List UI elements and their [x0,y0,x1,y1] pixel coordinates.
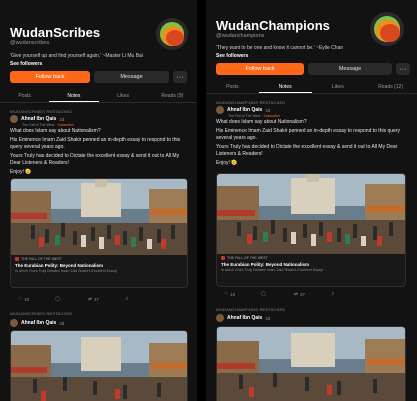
like-count: 18 [230,291,236,297]
profile-tabs: Posts Notes Likes Reads (12) [206,83,417,94]
more-options-button[interactable]: ··· [173,71,187,83]
note-time: 3d [59,116,65,122]
post-image [217,327,405,401]
profile-tabs: Posts Notes Likes Reads (9) [0,92,197,103]
post-image [217,174,405,254]
restack-label: WUDANCHAMPIONS RESTACKED [216,100,286,105]
comment-button[interactable]: ◯ [261,291,268,297]
publication-logo-icon [15,257,19,261]
author-avatar [10,319,18,327]
avatar[interactable] [370,12,404,46]
comment-icon: ◯ [261,291,267,296]
tab-likes[interactable]: Likes [99,92,148,102]
restack-label: WUDANCHAMPIONS RESTACKED [216,307,286,312]
restack-count: 37 [93,296,99,302]
post-card[interactable]: THE FALL OF THE WEST The Eurabian Polity… [216,173,406,287]
more-options-button[interactable]: ··· [396,63,410,75]
message-button[interactable]: Message [308,63,392,75]
note-line: Enjoy! 🫡 [10,169,32,175]
tab-posts[interactable]: Posts [0,92,49,102]
author-avatar [10,115,18,123]
share-icon: ⇪ [124,296,129,301]
publication-name: THE FALL OF THE WEST [21,257,62,261]
note-line: His Eminence Imam Zaid Shakir penned an … [216,128,400,141]
tab-posts[interactable]: Posts [206,83,259,93]
see-followers-link[interactable]: See followers [10,61,42,67]
heart-icon: ♡ [18,296,23,301]
profile-panel-right: WudanChampions @wudanchampions 'They wan… [206,0,417,401]
comment-button[interactable]: ◯ [55,296,62,302]
tab-notes[interactable]: Notes [49,92,99,102]
post-title[interactable]: The Eurabian Polity: Beyond Nationalism [15,263,183,268]
avatar[interactable] [156,18,188,50]
tab-reads[interactable]: Reads (9) [148,92,197,102]
see-followers-link[interactable]: See followers [216,53,248,59]
tab-notes[interactable]: Notes [258,83,312,93]
post-card[interactable]: THE FALL OF THE WEST The Eurabian Polity… [10,178,188,288]
restack-icon: ⇄ [88,296,92,301]
author-name[interactable]: Ahnaf Ibn Qais [227,107,262,113]
note-line: Enjoy! 🫡 [216,160,238,166]
message-button[interactable]: Message [94,71,169,83]
note-author[interactable]: Ahnaf Ibn Qais 3d [216,314,270,322]
author-avatar [216,106,224,114]
note-time: 3d [59,320,65,326]
author-subtitle: The Fall of The West · Subscriber [22,123,75,127]
comment-icon: ◯ [55,296,61,301]
handle: @wudanchampions [216,33,265,39]
post-image [11,331,187,401]
page-title: WudanScribes [10,25,101,40]
share-button[interactable]: ⇪ [125,296,129,302]
publication-name: THE FALL OF THE WEST [227,256,268,260]
author-subtitle: The Fall of The West · Subscriber [228,114,281,118]
note-actions: ♡ 18 ◯ ⇄ 37 ⇪ [18,296,129,302]
tab-reads[interactable]: Reads (12) [364,83,417,93]
author-name[interactable]: Ahnaf Ibn Qais [21,320,56,326]
heart-icon: ♡ [224,291,229,296]
note-line: What does Islam say about Nationalism? [216,119,307,125]
note-line: Yours Truly has decided to Dictate the e… [216,144,398,157]
post-image [11,179,187,255]
author-avatar [216,314,224,322]
profile-panel-left: WudanScribes @wudanscribes 'Give yoursel… [0,0,197,401]
follow-back-button[interactable]: Follow back [216,63,304,75]
restack-count: 37 [299,291,305,297]
author-name[interactable]: Ahnaf Ibn Qais [227,315,262,321]
note-line: What does Islam say about Nationalism? [10,128,101,134]
tab-likes[interactable]: Likes [312,83,365,93]
note-line: Yours Truly has decided to Dictate the e… [10,153,180,166]
post-card[interactable] [216,326,406,401]
restack-label: WUDANSCRIBES RESTACKED [10,109,73,114]
note-body: What does Islam say about Nationalism? H… [216,119,406,167]
restack-button[interactable]: ⇄ 37 [294,291,305,297]
note-line: His Eminence Imam Zaid Shakir penned an … [10,137,181,150]
note-author[interactable]: Ahnaf Ibn Qais 3d [10,115,64,123]
share-button[interactable]: ⇪ [331,291,335,297]
note-actions: ♡ 18 ◯ ⇄ 37 ⇪ [224,291,335,297]
page-title: WudanChampions [216,18,330,33]
post-subtitle: In which Yours Truly Dictates Imam Zaid … [15,269,118,273]
handle: @wudanscribes [10,40,50,46]
bio-quote: 'Give yourself up and find yourself agai… [10,53,143,59]
publication-logo-icon [221,256,225,260]
note-author[interactable]: Ahnaf Ibn Qais 3d [10,319,64,327]
like-count: 18 [24,296,30,302]
note-time: 3d [265,107,271,113]
post-title[interactable]: The Eurabian Polity: Beyond Nationalism [221,262,401,267]
share-icon: ⇪ [330,291,335,296]
restack-icon: ⇄ [294,291,298,296]
restack-label: WUDANSCRIBES RESTACKED [10,311,73,316]
restack-button[interactable]: ⇄ 37 [88,296,99,302]
follow-back-button[interactable]: Follow back [10,71,90,83]
note-author[interactable]: Ahnaf Ibn Qais 3d [216,106,270,114]
bio-quote: 'They want to be one and know it cannot … [216,45,344,51]
post-card[interactable] [10,330,188,401]
panel-divider [197,0,206,401]
note-body: What does Islam say about Nationalism? H… [10,128,190,176]
author-name[interactable]: Ahnaf Ibn Qais [21,116,56,122]
like-button[interactable]: ♡ 18 [224,291,235,297]
note-time: 3d [265,315,271,321]
like-button[interactable]: ♡ 18 [18,296,29,302]
post-subtitle: In which Yours Truly Dictates Imam Zaid … [221,268,324,272]
